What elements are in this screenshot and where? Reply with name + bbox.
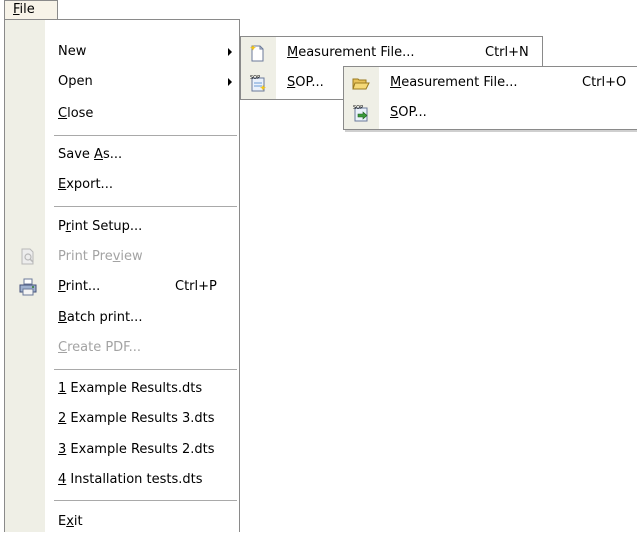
recent-file-label: 3 Example Results 2.dts [58, 442, 215, 457]
menu-item-recent-2[interactable]: 2 Example Results 3.dts [5, 404, 239, 434]
new-sop-icon: SOP [249, 74, 267, 92]
file-menu: New Open Close Save As... Export... Prin… [4, 19, 240, 532]
file-menu-button[interactable]: File [4, 0, 58, 20]
open-sop-label: SOP... [390, 105, 427, 120]
menu-item-export-label: Export... [58, 177, 113, 192]
submenu-arrow-icon [228, 48, 232, 56]
recent-file-label: 4 Installation tests.dts [58, 472, 203, 487]
menu-item-recent-4[interactable]: 4 Installation tests.dts [5, 465, 239, 495]
menu-item-exit[interactable]: Exit [5, 507, 239, 537]
menu-item-close[interactable]: Close [5, 99, 239, 129]
menu-item-export[interactable]: Export... [5, 170, 239, 200]
menu-item-create-pdf-label: Create PDF... [58, 340, 141, 355]
menu-item-open-label: Open [58, 74, 93, 89]
new-file-icon [249, 44, 267, 62]
new-sop-label: SOP... [287, 75, 324, 90]
new-measurement-file-shortcut: Ctrl+N [485, 45, 529, 60]
menu-item-print-shortcut: Ctrl+P [175, 279, 217, 294]
recent-file-label: 1 Example Results.dts [58, 381, 203, 396]
open-folder-icon [352, 74, 370, 92]
menu-item-exit-label: Exit [58, 514, 83, 529]
menu-item-batch-print-label: Batch print... [58, 310, 143, 325]
open-measurement-file-shortcut: Ctrl+O [582, 75, 627, 90]
submenu-arrow-icon [228, 78, 232, 86]
menu-item-print-label: Print... [58, 279, 101, 294]
menu-item-print-setup[interactable]: Print Setup... [5, 212, 239, 242]
open-submenu: Measurement File... Ctrl+O SOP SOP... [343, 66, 637, 130]
menu-item-print[interactable]: Print... Ctrl+P [5, 272, 239, 302]
printer-icon [19, 278, 37, 296]
menu-item-new-label: New [58, 44, 87, 59]
open-measurement-file-label: Measurement File... [390, 75, 518, 90]
menu-item-save-as[interactable]: Save As... [5, 140, 239, 170]
menu-separator [54, 135, 237, 136]
menu-item-save-as-label: Save As... [58, 147, 123, 162]
menu-item-recent-1[interactable]: 1 Example Results.dts [5, 374, 239, 404]
menu-separator [54, 369, 237, 370]
menu-item-new[interactable]: New [5, 37, 239, 67]
open-sop-icon: SOP [352, 104, 370, 122]
open-sop-item[interactable]: SOP SOP... [344, 98, 637, 128]
menu-separator [54, 500, 237, 501]
svg-text:SOP: SOP [353, 105, 363, 111]
file-label-rest: ile [19, 2, 35, 17]
menu-item-create-pdf[interactable]: Create PDF... [5, 333, 239, 363]
menu-separator [54, 206, 237, 207]
menu-item-print-setup-label: Print Setup... [58, 219, 143, 234]
open-measurement-file-item[interactable]: Measurement File... Ctrl+O [344, 68, 637, 98]
menu-item-batch-print[interactable]: Batch print... [5, 303, 239, 333]
recent-file-label: 2 Example Results 3.dts [58, 411, 215, 426]
svg-text:SOP: SOP [250, 75, 260, 81]
menu-item-print-preview-label: Print Preview [58, 249, 143, 264]
new-measurement-file-label: Measurement File... [287, 45, 415, 60]
print-preview-icon [19, 248, 37, 266]
menu-item-print-preview[interactable]: Print Preview [5, 242, 239, 272]
menu-bar: File [0, 0, 637, 20]
menu-item-open[interactable]: Open [5, 67, 239, 97]
menu-item-close-label: Close [58, 106, 94, 121]
menu-item-recent-3[interactable]: 3 Example Results 2.dts [5, 435, 239, 465]
new-measurement-file-item[interactable]: Measurement File... Ctrl+N [241, 38, 542, 68]
